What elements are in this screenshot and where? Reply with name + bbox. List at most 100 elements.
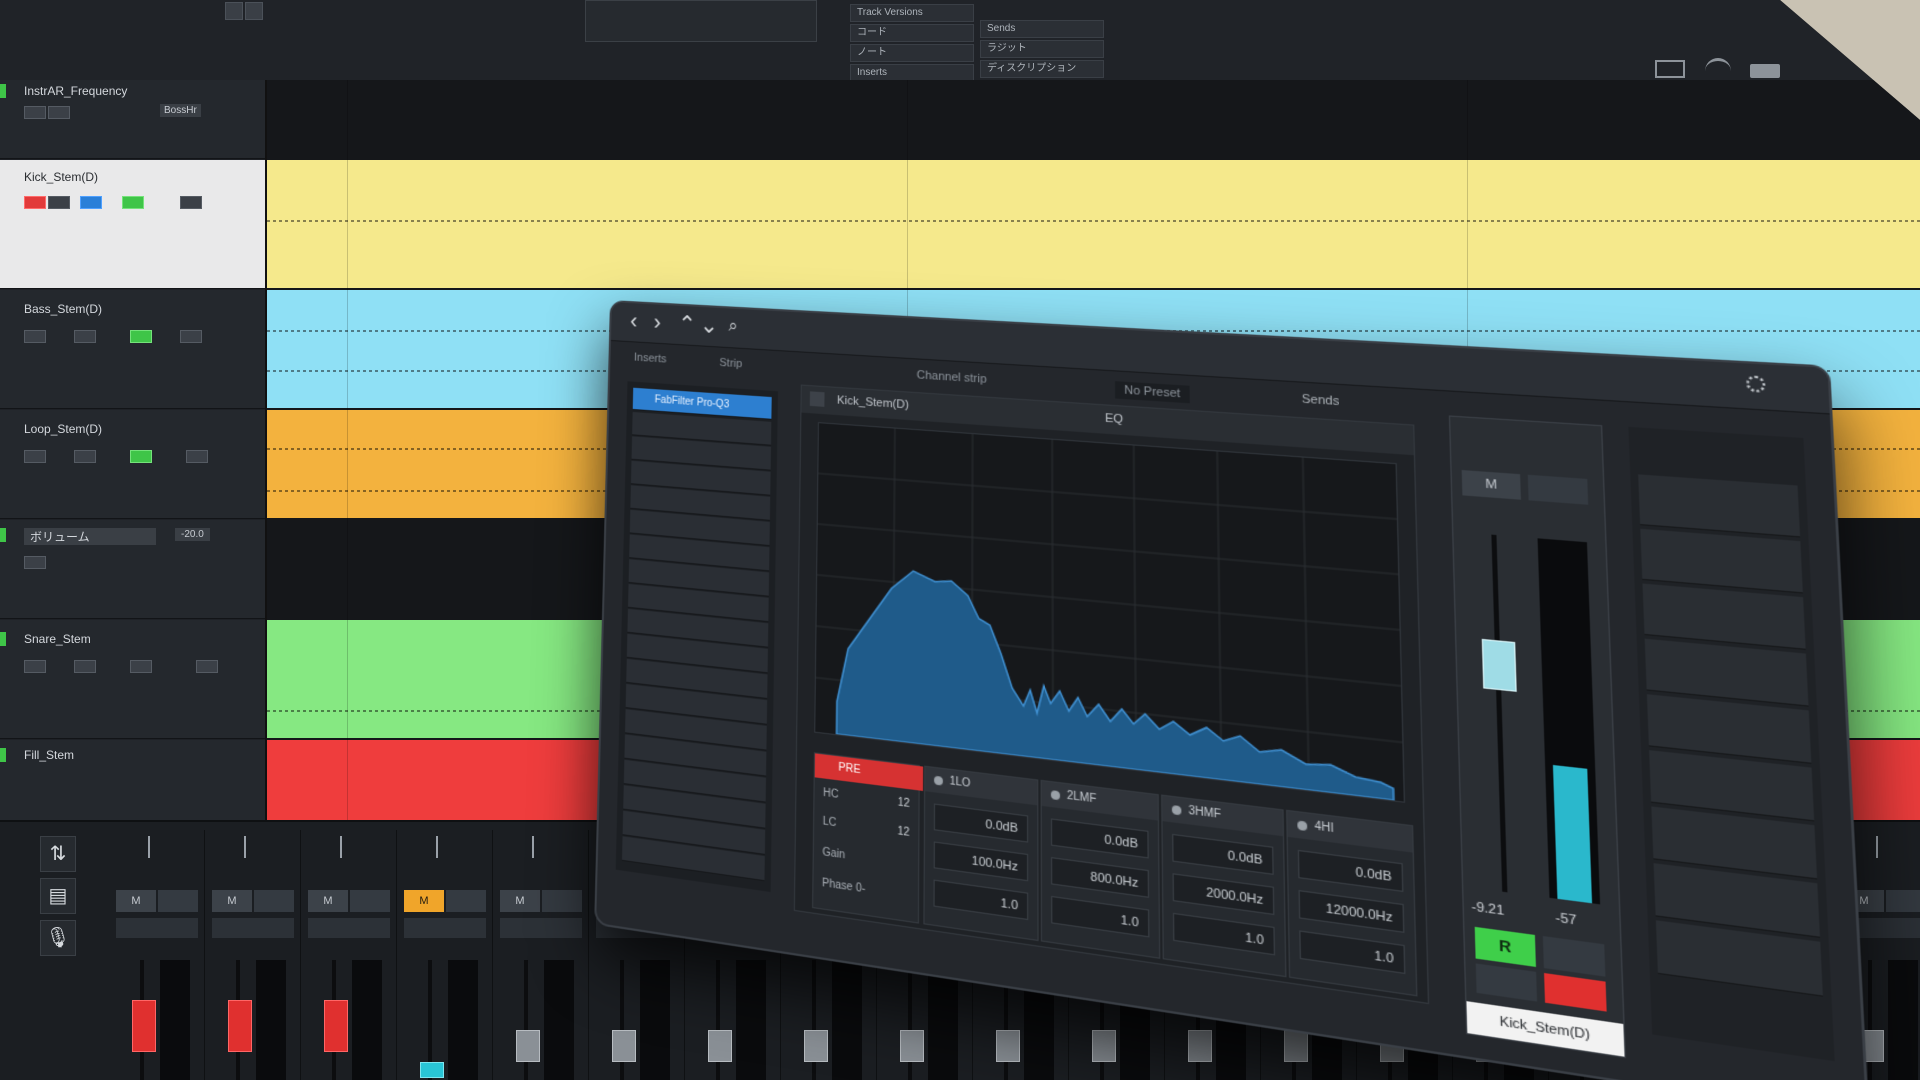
mute-button[interactable]: M — [308, 890, 348, 912]
band-header[interactable]: 4HI — [1287, 811, 1413, 853]
menu-description[interactable]: ディスクリプション — [980, 60, 1104, 78]
write-button[interactable] — [186, 450, 208, 463]
solo-button[interactable] — [1527, 474, 1589, 505]
eq-band-2[interactable]: 2LMF 0.0dB 800.0Hz 1.0 — [1040, 779, 1161, 959]
edit-channel-button[interactable] — [404, 918, 486, 938]
fader-cap[interactable] — [612, 1030, 636, 1062]
fader-cap[interactable] — [132, 1000, 156, 1052]
back-icon[interactable]: ‹ — [623, 308, 645, 334]
read-button[interactable]: R — [1474, 926, 1536, 967]
track-header[interactable]: Bass_Stem(D) — [0, 290, 265, 409]
preset-selector[interactable]: No Preset — [1114, 381, 1190, 404]
eq-band-4[interactable]: 4HI 0.0dB 12000.0Hz 1.0 — [1286, 809, 1418, 997]
monitor-button[interactable] — [74, 660, 96, 673]
mail-icon[interactable] — [1655, 60, 1685, 78]
microphone-icon[interactable]: 🎙 — [40, 920, 76, 956]
pan-knob[interactable] — [244, 836, 258, 858]
record-button[interactable] — [24, 556, 46, 569]
hc-value[interactable]: 12 — [897, 797, 909, 811]
track-header[interactable]: ボリューム -20.0 — [0, 520, 265, 619]
search-icon[interactable]: ⌕ — [722, 316, 745, 340]
fader-cap[interactable] — [996, 1030, 1020, 1062]
send-slot[interactable] — [1640, 528, 1803, 594]
toolbar-toggle[interactable] — [225, 2, 243, 20]
band-enable-icon[interactable] — [1171, 804, 1182, 816]
track-header[interactable]: Snare_Stem — [0, 620, 265, 739]
chevron-up-icon[interactable]: ⌃ — [676, 311, 698, 337]
mute-button[interactable]: M — [1461, 470, 1521, 500]
fader-cap[interactable] — [900, 1030, 924, 1062]
eq-band-1[interactable]: 1LO 0.0dB 100.0Hz 1.0 — [923, 765, 1039, 942]
mute-button[interactable]: M — [500, 890, 540, 912]
write-button[interactable] — [1542, 936, 1606, 977]
phase-label[interactable]: Phase 0- — [822, 877, 865, 895]
band-gain[interactable]: 0.0dB — [1050, 818, 1149, 859]
read-button[interactable] — [122, 196, 144, 209]
eq-filter-band[interactable]: PRE HC 12 LC 12 Gain Phase 0- — [812, 752, 924, 924]
monitor-button[interactable] — [74, 450, 96, 463]
read-button[interactable] — [130, 330, 152, 343]
read-button[interactable] — [130, 660, 152, 673]
track-header[interactable]: Loop_Stem(D) — [0, 410, 265, 519]
fader-cap[interactable] — [1092, 1030, 1116, 1062]
record-button[interactable] — [24, 196, 46, 209]
track-header-selected[interactable]: Kick_Stem(D) — [0, 160, 265, 289]
edit-channel-button[interactable] — [500, 918, 582, 938]
menu-chord[interactable]: コード — [850, 24, 974, 42]
monitor-button[interactable] — [48, 106, 70, 119]
band-gain[interactable]: 0.0dB — [933, 803, 1029, 843]
menu-sends[interactable]: Sends — [980, 20, 1104, 38]
fader-cap[interactable] — [516, 1030, 540, 1062]
toolbar-toggle[interactable] — [245, 2, 263, 20]
rack-icon[interactable]: ▤ — [40, 878, 76, 914]
write-button[interactable] — [180, 330, 202, 343]
menu-note[interactable]: ノート — [850, 44, 974, 62]
band-frequency[interactable]: 100.0Hz — [933, 841, 1029, 882]
edit-channel-button[interactable] — [116, 918, 198, 938]
edit-button[interactable] — [80, 196, 102, 209]
band-q[interactable]: 1.0 — [1299, 930, 1406, 975]
mute-button[interactable]: M — [212, 890, 252, 912]
pan-knob[interactable] — [340, 836, 354, 858]
fader-cap[interactable] — [228, 1000, 252, 1052]
record-button[interactable] — [24, 330, 46, 343]
menu-track-versions[interactable]: Track Versions — [850, 4, 974, 22]
band-header[interactable]: 2LMF — [1041, 781, 1158, 821]
band-header[interactable]: 3HMF — [1162, 795, 1283, 837]
pan-knob[interactable] — [148, 836, 162, 858]
tab-strip[interactable]: Strip — [719, 357, 742, 371]
solo-button[interactable] — [542, 890, 582, 912]
track-header[interactable]: InstrAR_Frequency BossHr — [0, 80, 265, 159]
mute-button[interactable]: M — [404, 890, 444, 912]
fader-cap[interactable] — [804, 1030, 828, 1062]
pan-knob[interactable] — [436, 836, 450, 858]
band-frequency[interactable]: 12000.0Hz — [1298, 890, 1405, 933]
write-button[interactable] — [180, 196, 202, 209]
fader-cap[interactable] — [420, 1062, 444, 1078]
monitor-button[interactable] — [1475, 963, 1538, 1002]
tab-inserts[interactable]: Inserts — [634, 351, 667, 365]
mute-button[interactable]: M — [116, 890, 156, 912]
menu-radio[interactable]: ラジット — [980, 40, 1104, 58]
swap-arrows-icon[interactable]: ⇅ — [40, 836, 76, 872]
send-slot[interactable] — [1638, 474, 1801, 538]
band-frequency[interactable]: 2000.0Hz — [1172, 873, 1275, 916]
eq-spectrum-graph[interactable] — [814, 422, 1406, 803]
record-button[interactable] — [24, 450, 46, 463]
band-q[interactable]: 1.0 — [1051, 895, 1150, 938]
forward-icon[interactable]: › — [646, 309, 668, 335]
edit-channel-button[interactable] — [212, 918, 294, 938]
monitor-button[interactable] — [48, 196, 70, 209]
band-q[interactable]: 1.0 — [1172, 912, 1276, 956]
clip-kick[interactable] — [267, 160, 1920, 288]
solo-button[interactable] — [446, 890, 486, 912]
record-button[interactable] — [24, 106, 46, 119]
pan-knob[interactable] — [532, 836, 546, 858]
solo-button[interactable] — [254, 890, 294, 912]
pan-knob[interactable] — [1876, 836, 1890, 858]
band-gain[interactable]: 0.0dB — [1172, 833, 1274, 875]
band-enable-icon[interactable] — [934, 775, 943, 786]
filter-band-header[interactable]: PRE — [814, 753, 924, 791]
track-header[interactable]: Fill_Stem — [0, 740, 265, 821]
record-enable-button[interactable] — [1544, 973, 1607, 1012]
